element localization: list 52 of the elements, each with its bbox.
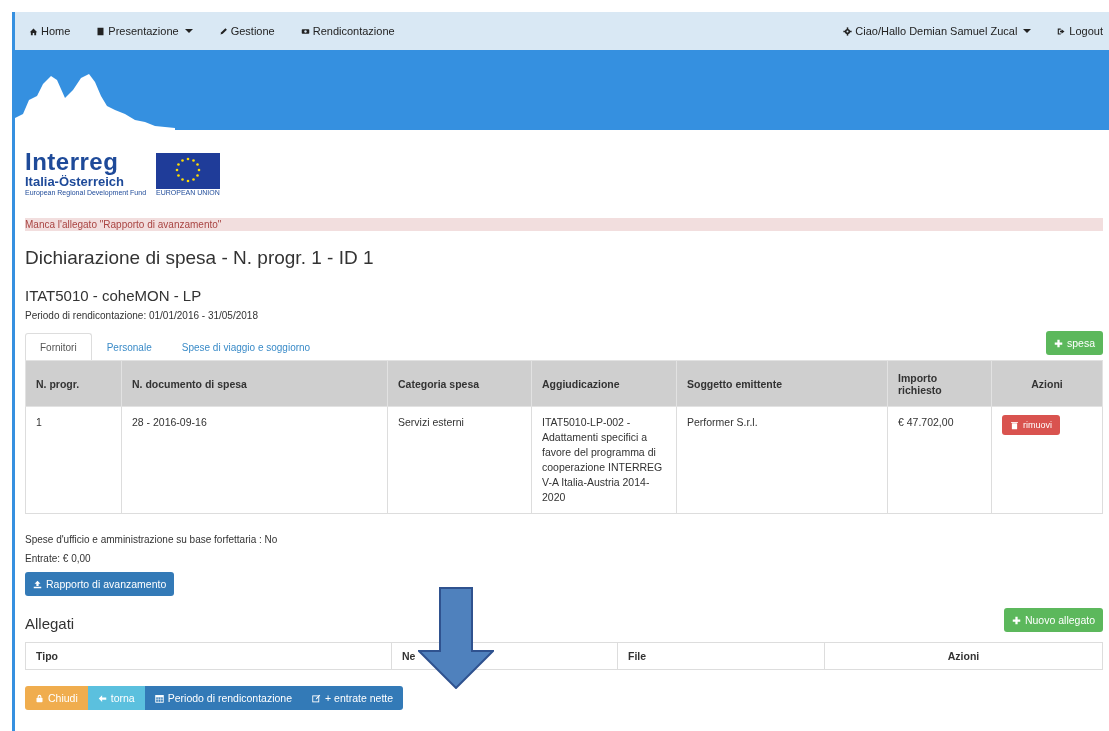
nav-link[interactable]: Gestione xyxy=(218,25,275,37)
column-header: Categoria spesa xyxy=(387,360,532,407)
column-header: Azioni xyxy=(824,642,1103,670)
document-icon xyxy=(96,26,106,36)
plus-icon xyxy=(1053,338,1063,348)
column-header: Azioni xyxy=(991,360,1103,407)
pencil-icon xyxy=(218,26,228,36)
lock-icon xyxy=(35,693,44,703)
settings-icon xyxy=(843,26,853,36)
tab[interactable]: Spese di viaggio e soggiorno xyxy=(166,333,326,360)
column-header: Importo richiesto xyxy=(887,360,992,407)
column-header: Tipo xyxy=(25,642,392,670)
column-header: N. documento di spesa xyxy=(121,360,388,407)
column-header: N. progr. xyxy=(25,360,122,407)
period-text: Periodo di rendicontazione: 01/01/2016 - 31/05/2018 xyxy=(25,310,259,321)
nav-link[interactable]: Ciao/Hallo Demian Samuel Zucal xyxy=(843,25,1032,37)
project-subtitle: ITAT5010 - coheMON - LP xyxy=(25,287,203,304)
flat-rate-text: Spese d'ufficio e amministrazione su base forfettaria : No xyxy=(25,534,279,545)
remove-button[interactable]: rimuovi xyxy=(1002,415,1060,435)
table-cell: 28 - 2016-09-16 xyxy=(121,406,388,514)
trash-icon xyxy=(1010,420,1019,430)
left-arrow-icon xyxy=(97,693,107,703)
column-header: Soggetto emittente xyxy=(676,360,888,407)
upload-icon xyxy=(33,579,42,589)
nav-link[interactable]: Rendicontazione xyxy=(300,25,395,37)
page-title: Dichiarazione di spesa - N. progr. 1 - ID 1 xyxy=(25,247,375,269)
new-attachment-button[interactable]: Nuovo allegato xyxy=(1003,608,1103,632)
alert-message: Manca l'allegato "Rapporto di avanzamento" xyxy=(25,218,1103,231)
nav-link[interactable]: Logout xyxy=(1057,25,1103,37)
nav-link[interactable]: Presentazione xyxy=(96,25,193,37)
table-cell: Performer S.r.l. xyxy=(676,406,888,514)
income-text: Entrate: € 0,00 xyxy=(25,553,92,564)
plus-icon xyxy=(1011,615,1021,625)
add-expense-button[interactable]: spesa xyxy=(1045,331,1103,355)
footer-button[interactable]: Periodo di rendicontazione xyxy=(144,686,303,710)
upload-report-button[interactable]: Rapporto di avanzamento xyxy=(25,572,175,596)
column-header: Aggiudicazione xyxy=(531,360,677,407)
banknote-icon xyxy=(300,26,310,36)
column-header: File xyxy=(617,642,825,670)
calendar-icon xyxy=(154,693,164,703)
footer-button[interactable]: + entrate nette xyxy=(302,686,404,710)
logout-icon xyxy=(1057,26,1067,36)
edit-icon xyxy=(312,693,322,703)
tab[interactable]: Personale xyxy=(91,333,167,360)
table-cell: Servizi esterni xyxy=(387,406,532,514)
nav-link[interactable]: Home xyxy=(29,25,71,37)
home-icon xyxy=(29,26,38,36)
attachments-title: Allegati xyxy=(25,615,75,632)
table-cell: € 47.702,00 xyxy=(887,406,992,514)
table-cell: ITAT5010-LP-002 - Adattamenti specifici a favore del programma di cooperazione INTERREG V-A Italia-Austria 2014-2020 xyxy=(531,406,677,514)
table-cell: 1 xyxy=(25,406,122,514)
tab[interactable]: Fornitori xyxy=(25,333,92,360)
